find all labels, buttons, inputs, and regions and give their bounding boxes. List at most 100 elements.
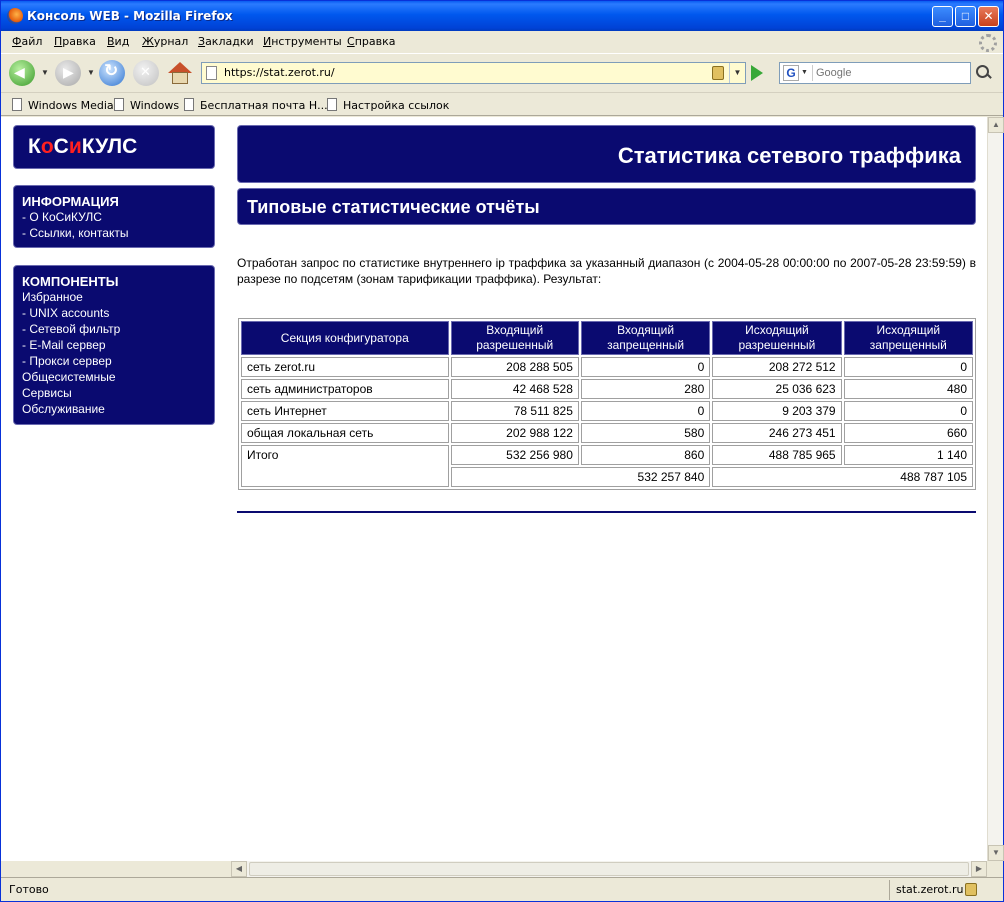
info-panel: ИНФОРМАЦИЯ - О КоСиКУЛС - Ссылки, контак… [13, 185, 215, 248]
cell-out-allowed: 208 272 512 [712, 357, 842, 377]
site-logo[interactable]: КоСиКУЛС [28, 135, 137, 159]
cell-out-allowed: 25 036 623 [712, 379, 842, 399]
link-email-server[interactable]: - E-Mail сервер [22, 338, 106, 352]
link-network-filter[interactable]: - Сетевой фильтр [22, 322, 120, 336]
vertical-scrollbar[interactable]: ▲ ▼ [987, 117, 1004, 861]
forward-button[interactable] [55, 60, 81, 86]
status-host: stat.zerot.ru [889, 880, 969, 900]
table-row: сеть администраторов 42 468 528 280 25 0… [241, 379, 973, 399]
url-text[interactable]: https://stat.zerot.ru/ [224, 66, 335, 79]
cell-in-allowed: 78 511 825 [450, 401, 579, 421]
content-divider [237, 511, 976, 513]
bookmark-page-icon [12, 98, 22, 111]
link-favorites[interactable]: Избранное [22, 290, 83, 304]
google-icon[interactable]: G [783, 65, 799, 81]
lock-icon[interactable] [712, 66, 724, 80]
menu-tools[interactable]: Инструменты [263, 35, 342, 48]
report-description: Отработан запрос по статистике внутренне… [237, 256, 976, 286]
table-row: сеть zerot.ru 208 288 505 0 208 272 512 … [241, 357, 973, 377]
bookmark-item[interactable]: Windows Media [12, 98, 114, 112]
cell-in-denied: 580 [580, 423, 711, 443]
address-bar[interactable]: https://stat.zerot.ru/ ▼ [201, 62, 746, 84]
maximize-button[interactable]: □ [955, 6, 976, 27]
components-title: КОМПОНЕНТЫ [22, 274, 119, 289]
horizontal-scrollbar[interactable]: ◀ ▶ [231, 861, 987, 877]
bookmark-item[interactable]: Windows [114, 98, 179, 112]
cell-section: сеть zerot.ru [241, 357, 449, 377]
cell-total-out-denied: 1 140 [843, 445, 973, 465]
table-row: сеть Интернет 78 511 825 0 9 203 379 0 [241, 401, 973, 421]
logo-panel: КоСиКУЛС [13, 125, 215, 169]
forward-history-dropdown-icon[interactable]: ▼ [87, 68, 95, 77]
stop-button[interactable] [133, 60, 159, 86]
cell-out-denied: 660 [843, 423, 973, 443]
link-system[interactable]: Общесистемные [22, 370, 116, 384]
scroll-up-icon[interactable]: ▲ [988, 117, 1004, 133]
search-input[interactable] [812, 65, 968, 81]
secure-lock-icon[interactable] [965, 883, 977, 896]
search-icon[interactable] [973, 63, 995, 85]
link-contacts[interactable]: - Ссылки, контакты [22, 226, 128, 240]
firefox-icon [7, 8, 23, 24]
bookmark-page-icon [327, 98, 337, 111]
cell-grand-total-out: 488 787 105 [712, 467, 973, 487]
bookmark-page-icon [114, 98, 124, 111]
close-button[interactable]: ✕ [978, 6, 999, 27]
navigation-toolbar: ▼ ▼ https://stat.zerot.ru/ ▼ G ▼ [1, 53, 1003, 91]
link-maintenance[interactable]: Обслуживание [22, 402, 105, 416]
cell-total-in-allowed: 532 256 980 [450, 445, 579, 465]
table-total-row: Итого 532 256 980 860 488 785 965 1 140 [241, 445, 973, 487]
cell-out-allowed: 9 203 379 [712, 401, 842, 421]
menu-edit[interactable]: Правка [54, 35, 96, 48]
window-title: Консоль WEB - Mozilla Firefox [27, 9, 233, 23]
throbber-icon [979, 34, 997, 52]
reload-button[interactable] [99, 60, 125, 86]
traffic-table: Секция конфигуратора Входящий разрешенны… [238, 318, 976, 490]
components-panel: КОМПОНЕНТЫ Избранное - UNIX accounts - С… [13, 265, 215, 425]
link-services[interactable]: Сервисы [22, 386, 72, 400]
link-proxy-server[interactable]: - Прокси сервер [22, 354, 112, 368]
scroll-down-icon[interactable]: ▼ [988, 845, 1004, 861]
page-icon [206, 66, 217, 80]
bookmark-item[interactable]: Бесплатная почта Н... [184, 98, 328, 112]
info-title: ИНФОРМАЦИЯ [22, 194, 119, 209]
cell-total-out-allowed: 488 785 965 [712, 445, 842, 465]
cell-in-allowed: 42 468 528 [450, 379, 579, 399]
engine-dropdown-icon[interactable]: ▼ [801, 69, 808, 76]
bookmark-item[interactable]: Настройка ссылок [327, 98, 449, 112]
bookmarks-toolbar: Windows Media Windows Бесплатная почта Н… [1, 92, 1003, 116]
cell-in-allowed: 208 288 505 [450, 357, 579, 377]
menu-bar: Файл Правка Вид Журнал Закладки Инструме… [1, 31, 1003, 53]
scroll-thumb[interactable] [249, 862, 969, 876]
link-unix-accounts[interactable]: - UNIX accounts [22, 306, 109, 320]
back-history-dropdown-icon[interactable]: ▼ [41, 68, 49, 77]
cell-section: сеть администраторов [241, 379, 449, 399]
col-header-section: Секция конфигуратора [241, 321, 449, 355]
status-text: Готово [9, 883, 49, 896]
header-panel: Статистика сетевого траффика [237, 125, 976, 183]
menu-help[interactable]: Справка [347, 35, 395, 48]
cell-total-in-denied: 860 [580, 445, 711, 465]
page-subtitle: Типовые статистические отчёты [247, 197, 540, 217]
cell-grand-total-in: 532 257 840 [450, 467, 711, 487]
scroll-left-icon[interactable]: ◀ [231, 861, 247, 877]
cell-in-denied: 0 [580, 357, 711, 377]
menu-history[interactable]: Журнал [142, 35, 188, 48]
back-button[interactable] [9, 60, 35, 86]
home-button[interactable] [167, 60, 193, 86]
subheader-panel: Типовые статистические отчёты [237, 188, 976, 225]
cell-total-label: Итого [241, 445, 449, 487]
menu-bookmarks[interactable]: Закладки [198, 35, 254, 48]
scroll-right-icon[interactable]: ▶ [971, 861, 987, 877]
title-bar: Консоль WEB - Mozilla Firefox _ □ ✕ [1, 1, 1003, 31]
browser-window: Консоль WEB - Mozilla Firefox _ □ ✕ Файл… [0, 0, 1004, 902]
minimize-button[interactable]: _ [932, 6, 953, 27]
go-button[interactable] [751, 65, 763, 81]
menu-file[interactable]: Файл [12, 35, 42, 48]
menu-view[interactable]: Вид [107, 35, 129, 48]
url-dropdown-icon[interactable]: ▼ [729, 63, 745, 83]
cell-in-denied: 280 [580, 379, 711, 399]
cell-in-allowed: 202 988 122 [450, 423, 579, 443]
link-about[interactable]: - О КоСиКУЛС [22, 210, 102, 224]
table-row: общая локальная сеть 202 988 122 580 246… [241, 423, 973, 443]
